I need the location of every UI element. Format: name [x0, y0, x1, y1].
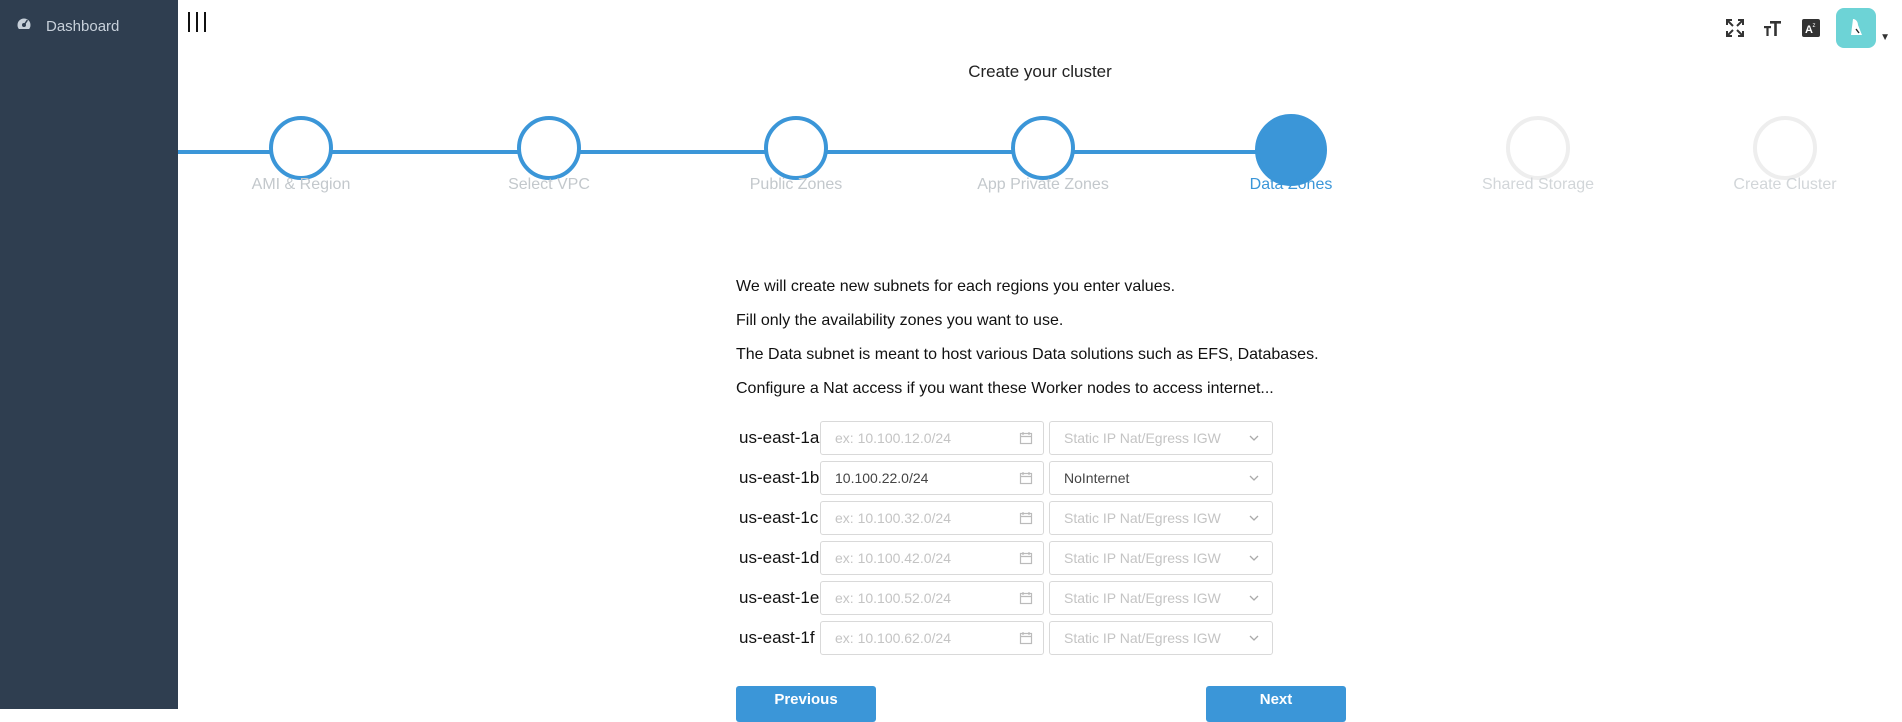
- step-label: Public Zones: [749, 176, 843, 193]
- step-label: Create Cluster: [1733, 176, 1837, 193]
- description-line: Fill only the availability zones you wan…: [736, 312, 1064, 329]
- zone-row: us-east-1a Static IP Nat/Egress IGW: [736, 420, 1273, 456]
- step-data-zones[interactable]: Data Zones: [1211, 114, 1371, 194]
- step-circle[interactable]: [764, 116, 828, 180]
- sidebar-item-label: Dashboard: [46, 17, 120, 35]
- cidr-input[interactable]: [835, 510, 1019, 526]
- nat-select[interactable]: NoInternet: [1049, 461, 1273, 495]
- cidr-field[interactable]: [820, 461, 1044, 495]
- nat-select[interactable]: Static IP Nat/Egress IGW: [1049, 501, 1273, 535]
- menu-toggle-icon[interactable]: [188, 12, 206, 32]
- zone-label: us-east-1b: [739, 468, 820, 487]
- nat-select[interactable]: Static IP Nat/Egress IGW: [1049, 541, 1273, 575]
- zone-label: us-east-1f: [739, 628, 815, 647]
- chevron-down-icon: [1249, 515, 1259, 521]
- chevron-down-icon: [1249, 435, 1259, 441]
- description-line: We will create new subnets for each regi…: [736, 278, 1176, 295]
- cidr-field[interactable]: [820, 501, 1044, 535]
- nat-select-value: Static IP Nat/Egress IGW: [1064, 510, 1221, 526]
- zone-row: us-east-1c Static IP Nat/Egress IGW: [736, 500, 1273, 536]
- step-circle[interactable]: [1753, 116, 1817, 180]
- step-circle[interactable]: [269, 116, 333, 180]
- nat-select-value: Static IP Nat/Egress IGW: [1064, 630, 1221, 646]
- step-label: App Private Zones: [977, 176, 1109, 193]
- chevron-down-icon: [1249, 475, 1259, 481]
- zone-row: us-east-1b NoInternet: [736, 460, 1273, 496]
- step-app-private-zones[interactable]: App Private Zones: [963, 116, 1123, 194]
- calendar-icon: [1019, 632, 1033, 645]
- step-circle[interactable]: [517, 116, 581, 180]
- nat-select-value: Static IP Nat/Egress IGW: [1064, 590, 1221, 606]
- dashboard-icon: [16, 16, 32, 36]
- cidr-input[interactable]: [835, 590, 1019, 606]
- nat-select-value: NoInternet: [1064, 470, 1130, 486]
- chevron-down-icon: [1249, 635, 1259, 641]
- sidebar: Dashboard: [0, 0, 178, 709]
- nat-select[interactable]: Static IP Nat/Egress IGW: [1049, 421, 1273, 455]
- zone-label: us-east-1d: [739, 548, 820, 567]
- calendar-icon: [1019, 552, 1033, 565]
- step-shared-storage[interactable]: Shared Storage: [1458, 116, 1618, 194]
- nat-select[interactable]: Static IP Nat/Egress IGW: [1049, 621, 1273, 655]
- zone-label: us-east-1a: [739, 428, 820, 447]
- chevron-down-icon[interactable]: ▼: [1880, 32, 1890, 43]
- calendar-icon: [1019, 512, 1033, 525]
- step-label: Data Zones: [1249, 176, 1333, 193]
- zone-row: us-east-1d Static IP Nat/Egress IGW: [736, 540, 1273, 576]
- description-line: The Data subnet is meant to host various…: [736, 346, 1319, 363]
- step-label: Shared Storage: [1481, 176, 1595, 193]
- step-public-zones[interactable]: Public Zones: [716, 116, 876, 194]
- fullscreen-icon[interactable]: [1716, 13, 1754, 43]
- calendar-icon: [1019, 472, 1033, 485]
- cidr-field[interactable]: [820, 421, 1044, 455]
- cidr-input[interactable]: [835, 470, 1019, 486]
- cidr-field[interactable]: [820, 541, 1044, 575]
- step-ami-region[interactable]: AMI & Region: [221, 116, 381, 194]
- nat-select-value: Static IP Nat/Egress IGW: [1064, 430, 1221, 446]
- description: We will create new subnets for each regi…: [736, 278, 1319, 414]
- chevron-down-icon: [1249, 595, 1259, 601]
- cidr-input[interactable]: [835, 550, 1019, 566]
- font-size-icon[interactable]: [1754, 13, 1792, 43]
- topbar-actions: Az ▼: [1716, 8, 1890, 48]
- step-label: Select VPC: [508, 176, 590, 193]
- calendar-icon: [1019, 592, 1033, 605]
- cidr-input[interactable]: [835, 630, 1019, 646]
- zones-form: us-east-1a Static IP Nat/Egress IGW us-e…: [736, 420, 1273, 660]
- cidr-input[interactable]: [835, 430, 1019, 446]
- step-circle[interactable]: [1011, 116, 1075, 180]
- description-line: Configure a Nat access if you want these…: [736, 380, 1274, 397]
- stepper: AMI & Region Select VPC Public Zones App…: [178, 114, 1902, 216]
- nat-select[interactable]: Static IP Nat/Egress IGW: [1049, 581, 1273, 615]
- svg-text:z: z: [1813, 23, 1816, 29]
- page-title: Create your cluster: [968, 62, 1112, 81]
- zone-label: us-east-1c: [739, 508, 819, 527]
- step-circle[interactable]: [1506, 116, 1570, 180]
- chevron-down-icon: [1249, 555, 1259, 561]
- zone-row: us-east-1e Static IP Nat/Egress IGW: [736, 580, 1273, 616]
- zone-row: us-east-1f Static IP Nat/Egress IGW: [736, 620, 1273, 656]
- cidr-field[interactable]: [820, 581, 1044, 615]
- step-label: AMI & Region: [251, 176, 351, 193]
- zone-label: us-east-1e: [739, 588, 820, 607]
- step-select-vpc[interactable]: Select VPC: [469, 116, 629, 194]
- sidebar-item-dashboard[interactable]: Dashboard: [16, 14, 119, 38]
- previous-button[interactable]: Previous: [736, 686, 876, 722]
- step-create-cluster[interactable]: Create Cluster: [1705, 116, 1865, 194]
- next-button[interactable]: Next: [1206, 686, 1346, 722]
- cidr-field[interactable]: [820, 621, 1044, 655]
- translate-icon[interactable]: Az: [1792, 13, 1830, 43]
- nat-select-value: Static IP Nat/Egress IGW: [1064, 550, 1221, 566]
- calendar-icon: [1019, 432, 1033, 445]
- user-avatar[interactable]: [1836, 8, 1877, 48]
